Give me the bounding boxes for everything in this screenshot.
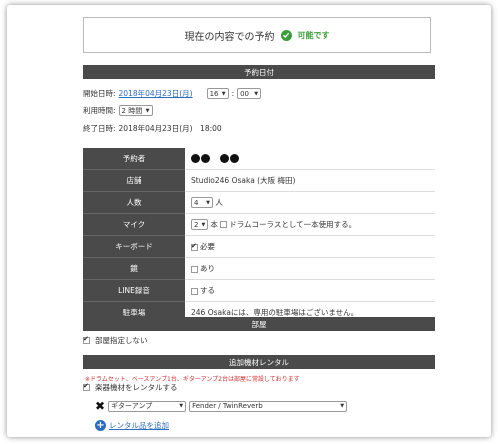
table-row: 予約者 [83, 147, 435, 170]
reservation-info-table: 予約者 店舗 Studio246 Osaka (大阪 梅田) 人数 4 ▼ 人 … [83, 147, 435, 324]
start-minute-select[interactable]: 00 ▼ [237, 88, 262, 99]
drum-checkbox[interactable] [191, 265, 198, 273]
status-title: 現在の内容での予約 [184, 31, 275, 43]
people-select[interactable]: 4 ▼ [191, 197, 213, 209]
mic-label: マイク [83, 213, 185, 236]
line-recording-checkbox[interactable] [191, 287, 198, 295]
add-rental-link[interactable]: レンタル品を追加 [109, 420, 169, 431]
rent-equipment-checkbox[interactable] [83, 382, 90, 391]
line-value: する [200, 286, 215, 295]
reservation-status-box: 現在の内容での予約 可能です [83, 17, 431, 53]
rental-model-value: Fender / TwinReverb [192, 402, 263, 410]
store-value: Studio246 Osaka (大阪 梅田) [185, 169, 435, 192]
table-row: 人数 4 ▼ 人 [83, 191, 435, 214]
no-room-label: 部屋指定しない [95, 336, 148, 345]
rental-category-value: ギターアンプ [111, 402, 153, 410]
chevron-down-icon: ▼ [179, 403, 184, 409]
people-unit: 人 [215, 197, 223, 207]
reserver-label: 予約者 [83, 147, 185, 170]
chevron-down-icon: ▼ [340, 403, 345, 409]
mic-select[interactable]: 2 ▼ [191, 219, 208, 231]
start-minute-value: 00 [240, 89, 250, 98]
drum-chorus-label: ドラムコーラスとして一本使用する。 [229, 219, 357, 229]
rental-model-select[interactable]: Fender / TwinReverb ▼ [189, 400, 348, 412]
drum-chorus-checkbox[interactable] [220, 221, 228, 229]
chevron-down-icon: ▼ [201, 221, 206, 228]
rental-category-select[interactable]: ギターアンプ ▼ [108, 400, 187, 412]
table-row: マイク 2 ▼ 本 ドラムコーラスとして一本使用する。 [83, 213, 435, 236]
check-circle-icon [280, 29, 292, 41]
start-date-link[interactable]: 2018年04月23日(月) [119, 88, 193, 99]
people-cell: 4 ▼ 人 [185, 191, 435, 214]
rental-check-row: 楽器機材をレンタルする [83, 382, 178, 393]
start-datetime-row: 開始日時: 2018年04月23日(月) 16 ▼ : 00 ▼ [83, 88, 262, 99]
line-label: LINE録音 [83, 279, 185, 302]
section-header-rental: 追加機材レンタル [83, 355, 435, 369]
mic-unit: 本 [210, 219, 218, 229]
redacted-dot-icon [229, 154, 239, 164]
start-label: 開始日時: [83, 89, 116, 98]
end-datetime-row: 終了日時: 2018年04月23日(月) 18:00 [83, 123, 222, 134]
mic-value: 2 [194, 220, 199, 229]
chevron-down-icon: ▼ [206, 199, 210, 206]
redacted-dot-icon [191, 154, 200, 164]
reservation-card: 現在の内容での予約 可能です 予約日付 開始日時: 2018年04月23日(月)… [7, 5, 491, 437]
drum-value: あり [200, 264, 215, 273]
mic-cell: 2 ▼ 本 ドラムコーラスとして一本使用する。 [185, 213, 435, 236]
rental-item-row: ✖ ギターアンプ ▼ Fender / TwinReverb ▼ [95, 399, 348, 413]
add-rental-row: + レンタル品を追加 [95, 420, 169, 431]
redacted-dot-icon [219, 154, 229, 164]
redacted-dot-icon [201, 154, 210, 164]
table-row: 鏡 あり [83, 257, 435, 280]
drum-label: 鏡 [83, 257, 185, 280]
duration-value: 2 時間 [121, 106, 143, 115]
start-hour-select[interactable]: 16 ▼ [206, 88, 229, 99]
store-label: 店舗 [83, 169, 185, 192]
table-row: キーボード 必要 [83, 235, 435, 258]
duration-label: 利用時間: [83, 106, 116, 115]
line-cell: する [185, 279, 435, 302]
remove-x-icon[interactable]: ✖ [95, 399, 105, 413]
chevron-down-icon: ▼ [254, 90, 259, 97]
no-room-checkbox[interactable] [83, 335, 90, 344]
keyboard-label: キーボード [83, 235, 185, 258]
people-label: 人数 [83, 191, 185, 214]
room-option-row: 部屋指定しない [83, 335, 148, 346]
chevron-down-icon: ▼ [145, 107, 150, 114]
status-available-text: 可能です [297, 30, 330, 40]
chevron-down-icon: ▼ [221, 90, 226, 97]
drum-cell: あり [185, 257, 435, 280]
table-row: LINE録音 する [83, 279, 435, 302]
keyboard-checkbox[interactable] [191, 242, 198, 251]
duration-row: 利用時間: 2 時間 ▼ [83, 105, 153, 116]
reserver-value [185, 147, 435, 170]
section-header-room: 部屋 [83, 317, 435, 331]
end-label: 終了日時: [83, 124, 116, 133]
keyboard-value: 必要 [200, 242, 215, 251]
rent-equipment-label: 楽器機材をレンタルする [95, 383, 178, 392]
time-colon: : [231, 89, 235, 98]
start-hour-value: 16 [209, 89, 219, 98]
plus-circle-icon[interactable]: + [95, 420, 106, 431]
end-value: 2018年04月23日(月) 18:00 [118, 124, 222, 133]
table-row: 店舗 Studio246 Osaka (大阪 梅田) [83, 169, 435, 192]
keyboard-cell: 必要 [185, 235, 435, 258]
section-header-date: 予約日付 [83, 65, 435, 79]
duration-select[interactable]: 2 時間 ▼ [118, 105, 153, 116]
people-value: 4 [194, 198, 199, 207]
